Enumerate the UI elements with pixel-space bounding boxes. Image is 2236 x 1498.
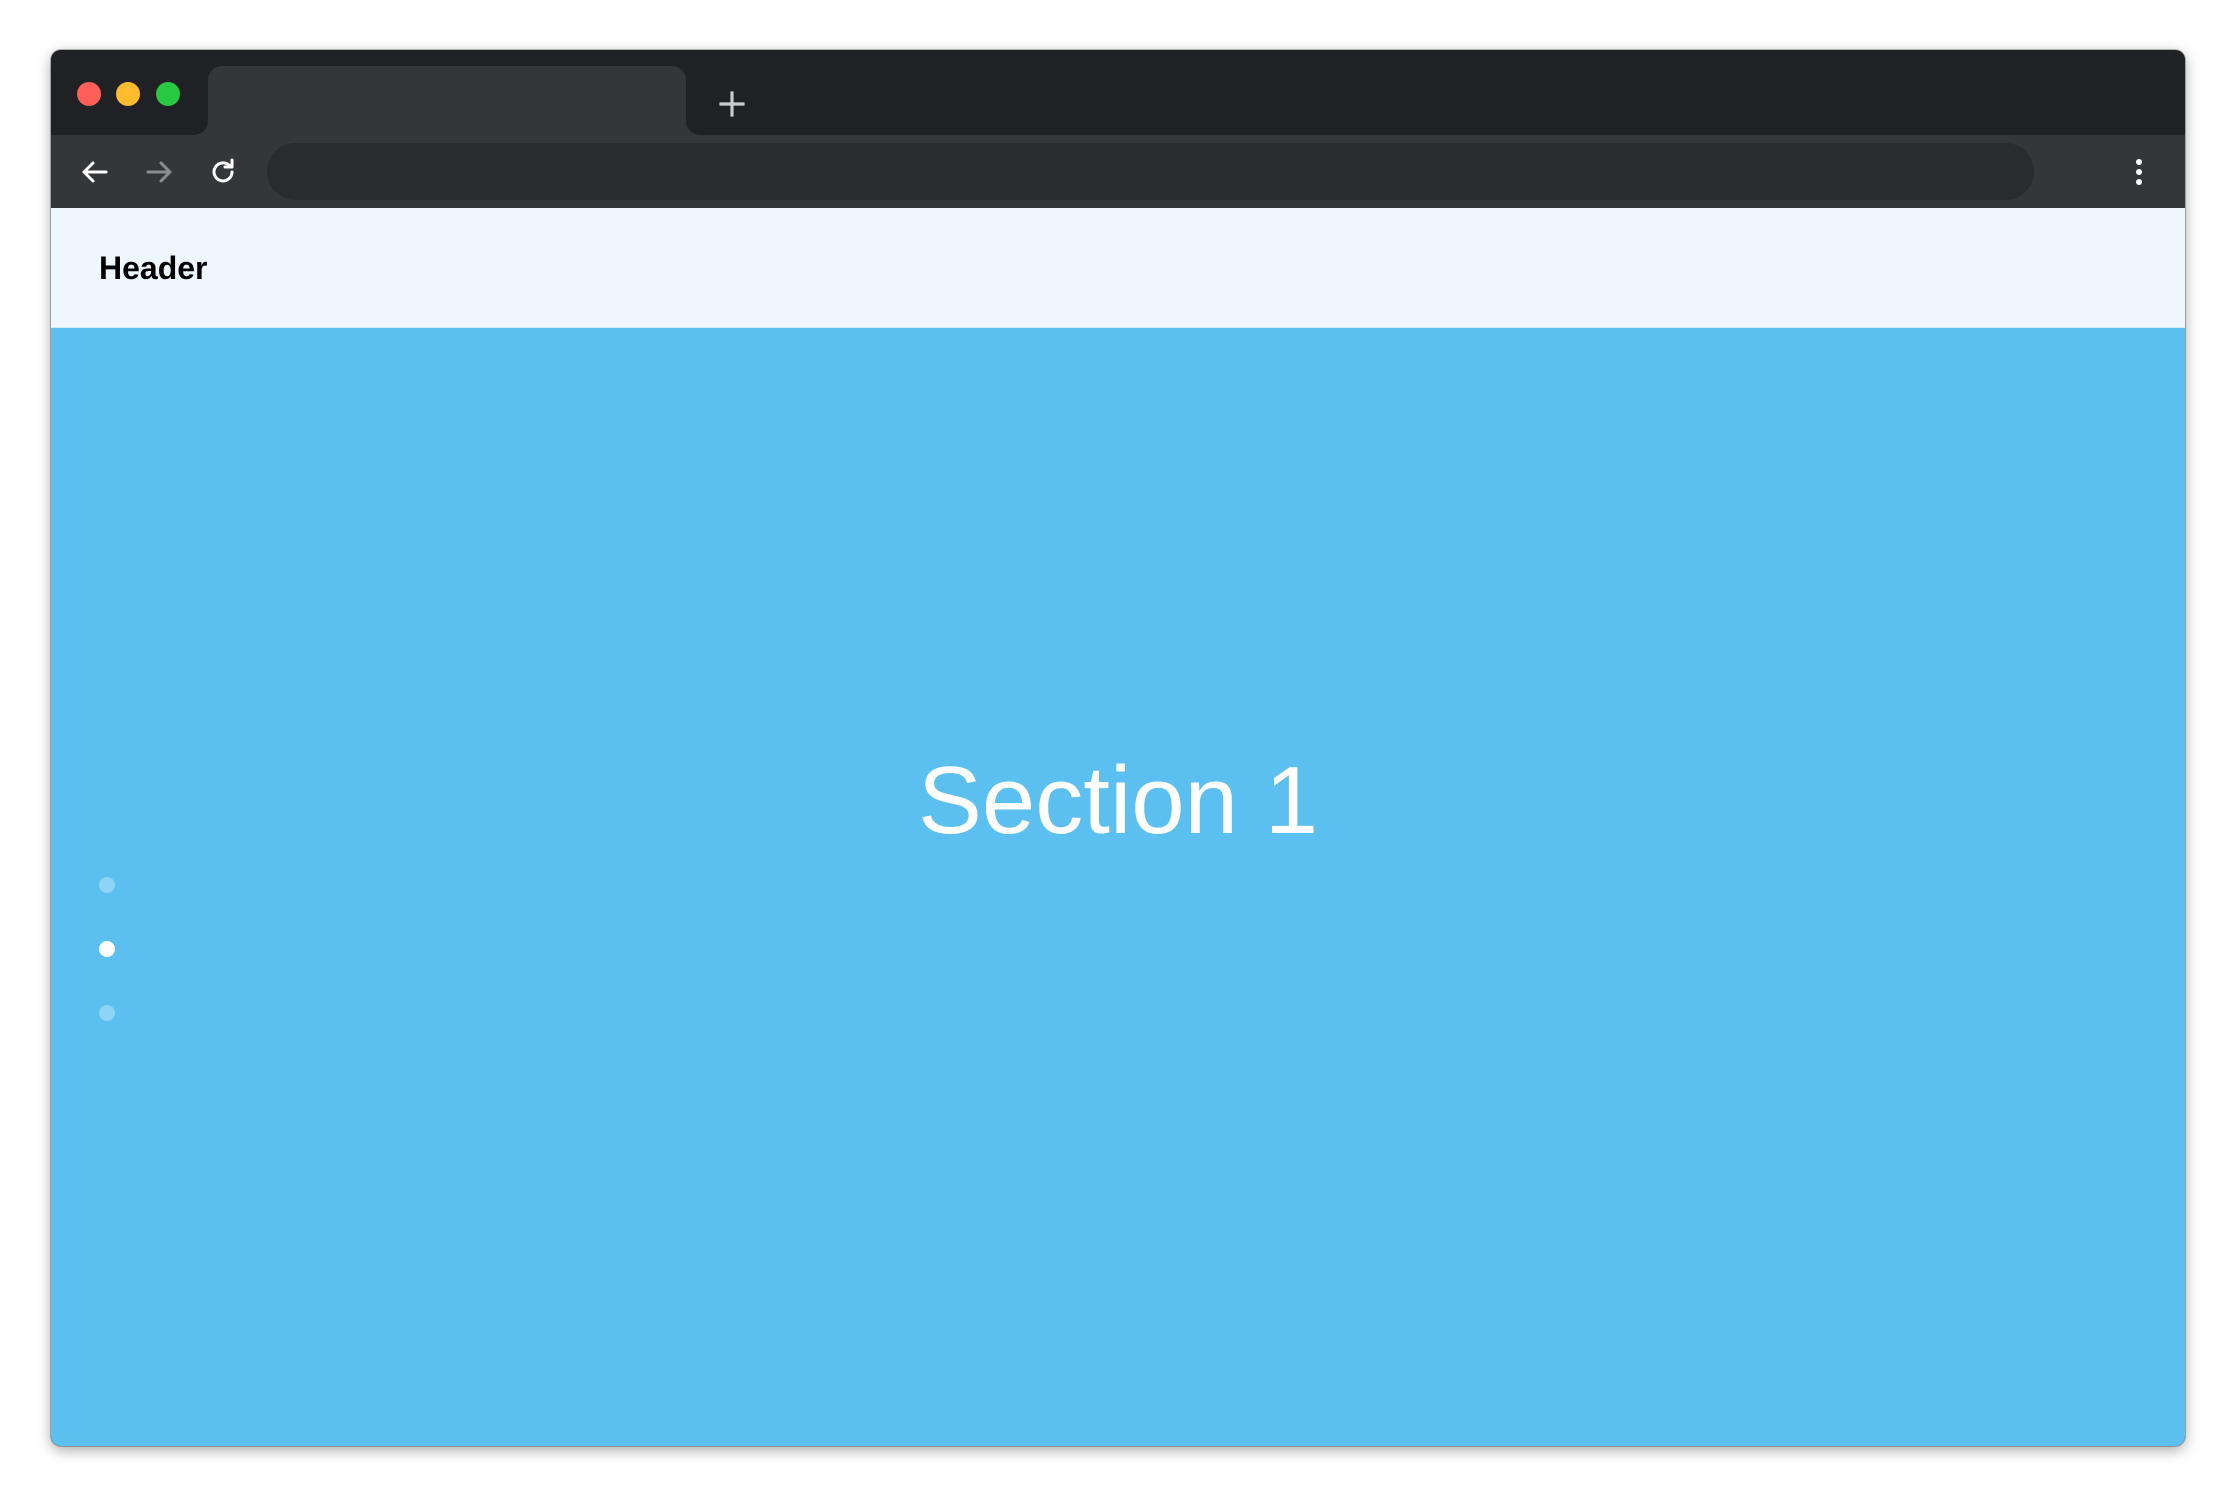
pagination-dot-3[interactable] (99, 1005, 115, 1021)
window-close-button[interactable] (77, 82, 101, 106)
back-button[interactable] (75, 152, 115, 192)
arrow-left-icon (82, 161, 108, 183)
section-1: Section 1 (51, 328, 2185, 1446)
address-bar[interactable] (267, 143, 2034, 200)
browser-titlebar (51, 50, 2185, 135)
browser-toolbar (51, 135, 2185, 208)
browser-tab[interactable] (208, 66, 686, 135)
arrow-right-icon (146, 161, 172, 183)
plus-icon (719, 91, 745, 117)
kebab-menu-icon (2136, 159, 2142, 185)
browser-menu-button[interactable] (2119, 152, 2159, 192)
reload-button[interactable] (203, 152, 243, 192)
page-header-title: Header (99, 250, 208, 286)
window-minimize-button[interactable] (116, 82, 140, 106)
page-header: Header (51, 208, 2185, 328)
forward-button[interactable] (139, 152, 179, 192)
pagination-dot-2-active[interactable] (99, 941, 115, 957)
new-tab-button[interactable] (712, 84, 752, 124)
window-maximize-button[interactable] (156, 82, 180, 106)
reload-icon (212, 158, 234, 183)
page-viewport: Header Section 1 (51, 208, 2185, 1446)
pagination-dot-1[interactable] (99, 877, 115, 893)
section-title: Section 1 (917, 747, 1319, 854)
browser-window: Header Section 1 (51, 50, 2185, 1446)
